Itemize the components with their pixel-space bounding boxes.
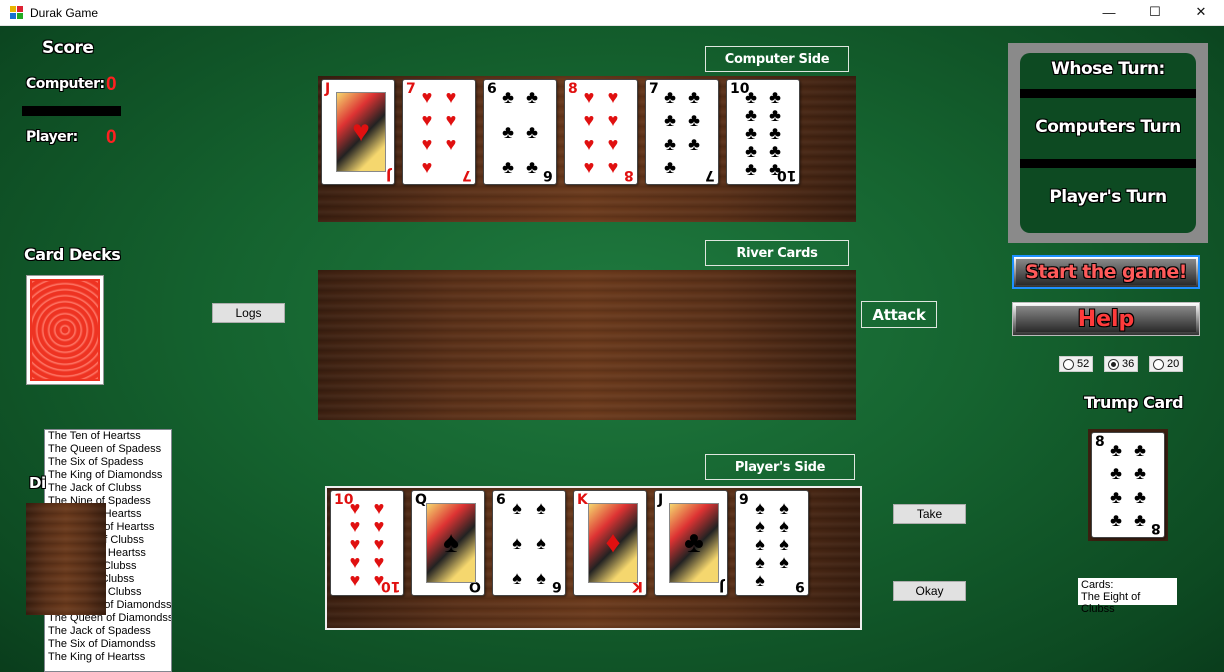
playing-card[interactable]: 10 10 ♣ ♣ ♣ ♣ ♣ ♣ ♣ ♣ ♣ ♣ (726, 79, 800, 185)
card-rank: J (658, 492, 664, 508)
suit-icon: ♣ ♣ ♣ ♣ ♣ ♣ ♣ ♣ ♣ ♣ (745, 87, 781, 179)
face-card-icon: ♠ (426, 503, 476, 583)
radio-label: 20 (1167, 358, 1180, 370)
playing-card[interactable]: 7 7 ♥ ♥ ♥ ♥ ♥ ♥ ♥ (402, 79, 476, 185)
face-card-icon: ♥ (336, 92, 386, 172)
card-rank-inverted: J (718, 578, 724, 594)
suit-icon: ♥ ♥ ♥ ♥ ♥ ♥ ♥ (421, 87, 457, 177)
turn-panel: Whose Turn: Computers Turn Player's Turn (1008, 43, 1208, 243)
trump-card-heading: Trump Card (1084, 393, 1184, 412)
turn-divider (1020, 89, 1196, 98)
playing-card[interactable]: J J ♥ (321, 79, 395, 185)
playing-card[interactable]: 8 8 ♥ ♥ ♥ ♥ ♥ ♥ ♥ ♥ (564, 79, 638, 185)
logs-button[interactable]: Logs (212, 303, 285, 323)
list-item[interactable]: The Jack of Clubss (48, 482, 171, 495)
suit-icon: ♠ ♠ ♠ ♠ ♠ ♠ ♠ ♠ ♠ (755, 498, 789, 590)
suit-icon: ♣ ♣ ♣ ♣ ♣ ♣ (502, 87, 538, 177)
take-button[interactable]: Take (893, 504, 966, 524)
playing-card[interactable]: 8 8 ♣ ♣ ♣ ♣ ♣ ♣ ♣ ♣ (1091, 432, 1165, 538)
list-item[interactable]: The Ten of Heartss (48, 430, 171, 443)
score-heading: Score (42, 38, 94, 58)
turn-panel-inner: Whose Turn: Computers Turn Player's Turn (1020, 53, 1196, 233)
list-item[interactable]: The Jack of Spadess (48, 625, 171, 638)
start-game-label: Start the game! (1025, 261, 1187, 283)
okay-button[interactable]: Okay (893, 581, 966, 601)
player-score-value: 0 (106, 127, 117, 148)
deck-size-radio[interactable]: 20 (1149, 356, 1184, 372)
card-rank-inverted: 9 (795, 578, 805, 594)
cards-info-label: Cards: (1081, 579, 1114, 591)
score-divider (22, 106, 121, 116)
playing-card[interactable]: Q Q ♠ (411, 490, 485, 596)
players-side-label: Player's Side (705, 454, 855, 480)
title-bar: Durak Game — ☐ ✕ (0, 0, 1224, 26)
start-game-button[interactable]: Start the game! (1012, 255, 1200, 289)
card-rank-inverted: 8 (1151, 520, 1161, 536)
suit-icon: ♣ ♣ ♣ ♣ ♣ ♣ ♣ ♣ (1110, 440, 1146, 530)
card-rank-inverted: 7 (705, 167, 715, 183)
playing-card[interactable]: 7 7 ♣ ♣ ♣ ♣ ♣ ♣ ♣ (645, 79, 719, 185)
card-deck[interactable] (26, 275, 104, 385)
playing-card[interactable]: 6 6 ♠ ♠ ♠ ♠ ♠ ♠ (492, 490, 566, 596)
game-table: Score Computer: 0 Player: 0 Computer Sid… (0, 26, 1224, 672)
window-title: Durak Game (30, 5, 99, 20)
card-back-icon (30, 279, 100, 381)
list-item[interactable]: The King of Diamondss (48, 469, 171, 482)
deck-size-radio[interactable]: 36 (1104, 356, 1139, 372)
suit-icon: ♣ ♣ ♣ ♣ ♣ ♣ ♣ (664, 87, 700, 177)
minimize-button[interactable]: — (1086, 0, 1132, 24)
playing-card[interactable]: 9 9 ♠ ♠ ♠ ♠ ♠ ♠ ♠ ♠ ♠ (735, 490, 809, 596)
playing-card[interactable]: J J ♣ (654, 490, 728, 596)
discard-heading: Di (29, 474, 46, 492)
playing-card[interactable]: 6 6 ♣ ♣ ♣ ♣ ♣ ♣ (483, 79, 557, 185)
suit-icon: ♥ ♥ ♥ ♥ ♥ ♥ ♥ ♥ (583, 87, 619, 177)
card-rank: K (577, 492, 588, 508)
card-rank-inverted: 6 (543, 167, 553, 183)
river-cards-label: River Cards (705, 240, 849, 266)
help-label: Help (1077, 306, 1135, 332)
radio-dot (1153, 358, 1164, 370)
card-rank-inverted: 8 (624, 167, 634, 183)
close-button[interactable]: ✕ (1178, 0, 1224, 24)
face-card-icon: ♣ (669, 503, 719, 583)
card-rank-inverted: J (385, 167, 391, 183)
card-decks-heading: Card Decks (24, 245, 121, 264)
list-item[interactable]: The Six of Spadess (48, 456, 171, 469)
card-rank: J (325, 81, 331, 97)
deck-size-radio[interactable]: 52 (1059, 356, 1094, 372)
whose-turn-heading: Whose Turn: (1051, 59, 1165, 79)
help-button[interactable]: Help (1012, 302, 1200, 336)
computer-side-label: Computer Side (705, 46, 849, 72)
radio-dot (1108, 358, 1119, 370)
river-area (318, 270, 856, 420)
computer-score-value: 0 (106, 74, 117, 95)
suit-icon: ♥ ♥ ♥ ♥ ♥ ♥ ♥ ♥ ♥ ♥ (349, 498, 385, 590)
maximize-button[interactable]: ☐ (1132, 0, 1178, 24)
app-icon (10, 5, 24, 20)
computer-turn-indicator: Computers Turn (1035, 117, 1181, 137)
attack-button[interactable]: Attack (861, 301, 937, 328)
computer-score-label: Computer: (26, 76, 105, 92)
cards-info-value: The Eight of Clubss (1081, 591, 1141, 615)
turn-divider (1020, 159, 1196, 168)
playing-card[interactable]: K K ♦ (573, 490, 647, 596)
player-turn-indicator: Player's Turn (1049, 187, 1167, 207)
discard-pile (26, 503, 106, 615)
radio-dot (1063, 358, 1074, 370)
radio-label: 52 (1077, 358, 1090, 370)
list-item[interactable]: The King of Heartss (48, 651, 171, 664)
suit-icon: ♠ ♠ ♠ ♠ ♠ ♠ (512, 498, 546, 588)
list-item[interactable]: The Queen of Spadess (48, 443, 171, 456)
face-card-icon: ♦ (588, 503, 638, 583)
card-rank-inverted: 6 (552, 578, 562, 594)
player-score-label: Player: (26, 129, 78, 145)
radio-label: 36 (1122, 358, 1135, 370)
card-rank-inverted: 7 (462, 167, 472, 183)
playing-card[interactable]: 10 10 ♥ ♥ ♥ ♥ ♥ ♥ ♥ ♥ ♥ ♥ (330, 490, 404, 596)
cards-info-box: Cards: The Eight of Clubss (1078, 578, 1177, 615)
list-item[interactable]: The Six of Diamondss (48, 638, 171, 651)
